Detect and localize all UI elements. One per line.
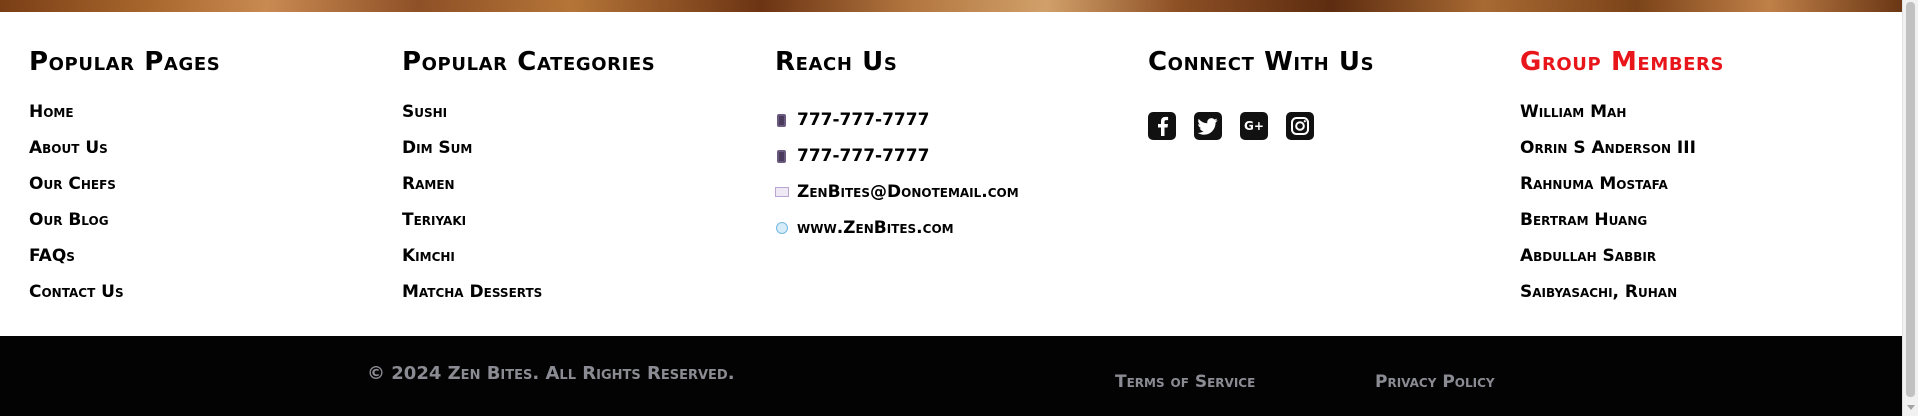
scroll-down-arrow-icon[interactable] (1907, 405, 1915, 410)
google-plus-glyph: G+ (1244, 119, 1264, 133)
list-item: Contact Us (29, 282, 124, 318)
member-name: Orrin S Anderson III (1520, 138, 1696, 158)
popular-pages-column: Popular Pages Home About Us Our Chefs Ou… (29, 47, 221, 302)
instagram-icon[interactable] (1286, 112, 1314, 140)
list-item: Dim Sum (402, 138, 542, 174)
facebook-icon[interactable] (1148, 112, 1176, 140)
list-item: Sushi (402, 102, 542, 138)
member-name: Saibyasachi, Ruhan (1520, 282, 1678, 302)
phone-number-2[interactable]: 777-777-7777 (797, 146, 929, 166)
member-name: Bertram Huang (1520, 210, 1648, 230)
category-link-ramen[interactable]: Ramen (402, 174, 455, 194)
privacy-policy-link[interactable]: Privacy Policy (1375, 372, 1495, 392)
popular-categories-column: Popular Categories Sushi Dim Sum Ramen T… (402, 47, 656, 302)
list-item: Our Blog (29, 210, 124, 246)
email-address[interactable]: ZenBites@Donotemail.com (797, 182, 1019, 202)
category-link-kimchi[interactable]: Kimchi (402, 246, 455, 266)
category-link-dim-sum[interactable]: Dim Sum (402, 138, 472, 158)
hero-image-strip (0, 0, 1902, 12)
list-item: About Us (29, 138, 124, 174)
list-item: Kimchi (402, 246, 542, 282)
footer-link-our-blog[interactable]: Our Blog (29, 210, 109, 230)
twitter-icon[interactable] (1194, 112, 1222, 140)
group-members-column: Group Members William Mah Orrin S Anders… (1520, 47, 1725, 302)
list-item: Matcha Desserts (402, 282, 542, 318)
member-name: Rahnuma Mostafa (1520, 174, 1668, 194)
list-item: Teriyaki (402, 210, 542, 246)
google-plus-icon[interactable]: G+ (1240, 112, 1268, 140)
phone-number-1[interactable]: 777-777-7777 (797, 110, 929, 130)
connect-heading: Connect With Us (1148, 47, 1375, 77)
contact-phone-2: 777-777-7777 (775, 138, 1019, 174)
globe-icon (776, 222, 788, 234)
reach-us-column: Reach Us 777-777-7777 777-777-7777 ZenBi… (775, 47, 1019, 238)
reach-us-heading: Reach Us (775, 47, 898, 77)
website-url[interactable]: www.ZenBites.com (797, 218, 954, 238)
group-members-list: William Mah Orrin S Anderson III Rahnuma… (1520, 102, 1696, 318)
envelope-icon (775, 187, 789, 197)
phone-icon (777, 113, 786, 127)
social-icons-row: G+ (1148, 112, 1314, 140)
category-link-matcha-desserts[interactable]: Matcha Desserts (402, 282, 542, 302)
vertical-scrollbar[interactable] (1902, 0, 1918, 416)
list-item: Our Chefs (29, 174, 124, 210)
phone-icon (777, 149, 786, 163)
member-name: William Mah (1520, 102, 1627, 122)
footer-link-our-chefs[interactable]: Our Chefs (29, 174, 116, 194)
popular-pages-heading: Popular Pages (29, 47, 221, 77)
terms-of-service-link[interactable]: Terms of Service (1115, 372, 1255, 392)
member-name: Abdullah Sabbir (1520, 246, 1657, 266)
list-item: Ramen (402, 174, 542, 210)
contact-website: www.ZenBites.com (775, 210, 1019, 246)
site-footer: Popular Pages Home About Us Our Chefs Ou… (0, 12, 1902, 336)
connect-column: Connect With Us G+ (1148, 47, 1375, 140)
category-link-sushi[interactable]: Sushi (402, 102, 447, 122)
footer-link-faqs[interactable]: FAQs (29, 246, 75, 266)
popular-pages-list: Home About Us Our Chefs Our Blog FAQs Co… (29, 102, 124, 318)
contact-phone-1: 777-777-7777 (775, 102, 1019, 138)
footer-bottom-bar: © 2024 Zen Bites. All Rights Reserved. T… (0, 336, 1902, 416)
footer-link-contact-us[interactable]: Contact Us (29, 282, 124, 302)
footer-link-about-us[interactable]: About Us (29, 138, 108, 158)
copyright-text: © 2024 Zen Bites. All Rights Reserved. (367, 363, 735, 384)
scrollbar-thumb[interactable] (1906, 2, 1915, 397)
footer-link-home[interactable]: Home (29, 102, 74, 122)
list-item: FAQs (29, 246, 124, 282)
list-item: Home (29, 102, 124, 138)
group-members-heading: Group Members (1520, 47, 1725, 77)
category-link-teriyaki[interactable]: Teriyaki (402, 210, 466, 230)
contact-email: ZenBites@Donotemail.com (775, 174, 1019, 210)
contact-list: 777-777-7777 777-777-7777 ZenBites@Donot… (775, 102, 1019, 246)
popular-categories-heading: Popular Categories (402, 47, 656, 77)
popular-categories-list: Sushi Dim Sum Ramen Teriyaki Kimchi Matc… (402, 102, 542, 318)
